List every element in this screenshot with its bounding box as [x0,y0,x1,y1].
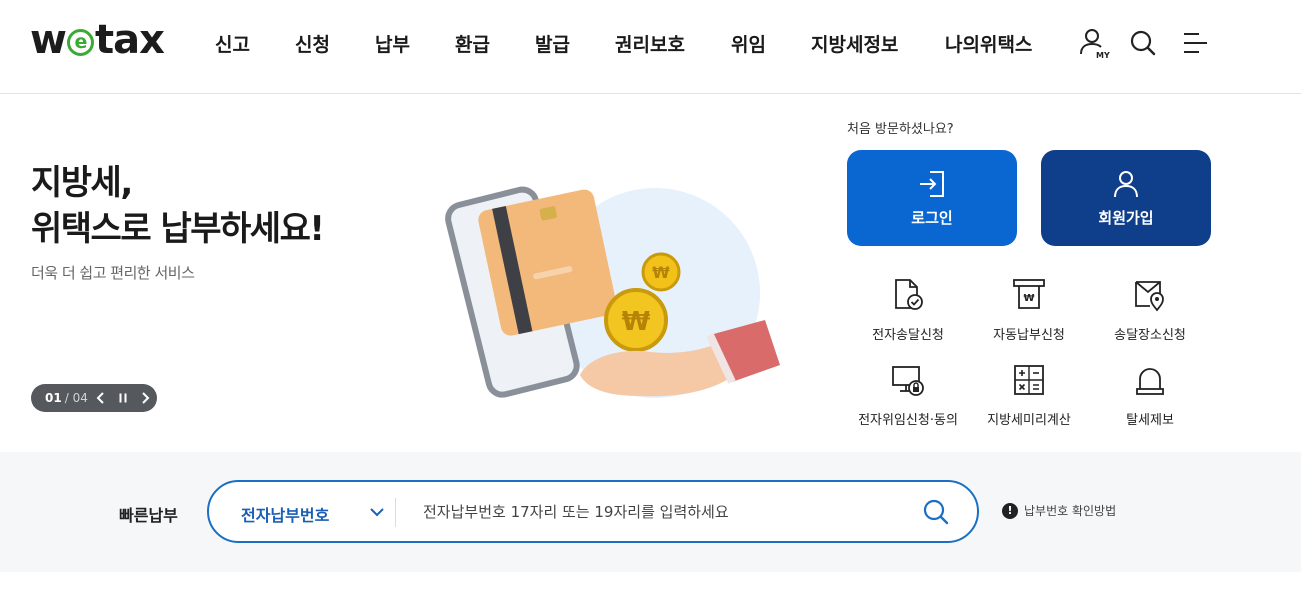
login-button[interactable]: 로그인 [847,150,1017,246]
svg-text:₩: ₩ [622,307,651,337]
my-page-button[interactable]: MY [1077,26,1111,64]
info-icon: ! [1002,502,1018,519]
hero-title-line2: 위택스로 납부하세요! [31,209,325,249]
pager-total-wrap: / 04 [65,391,88,405]
service-label: 송달장소신청 [1114,328,1186,343]
search-icon [1130,30,1156,56]
quick-pay-section: 빠른납부 전자납부번호 ! 납부번호 확인방법 [0,452,1301,572]
chevron-down-icon [370,508,384,517]
hamburger-menu-icon [1184,33,1207,53]
service-label: 자동납부신청 [993,328,1065,343]
help-label: 납부번호 확인방법 [1024,504,1117,518]
service-label: 지방세미리계산 [987,413,1071,428]
quick-pay-search-button[interactable] [922,498,950,530]
pager-current: 01 [45,391,62,405]
payment-number-input[interactable] [423,499,913,525]
calculator-icon [1014,365,1044,395]
service-e-delegation[interactable]: 전자위임신청·동의 [843,363,973,428]
select-divider [395,498,396,527]
pause-icon [119,393,127,403]
service-label: 전자위임신청·동의 [858,413,958,428]
logo-text-w: w [30,17,67,63]
service-label: 전자송달신청 [872,328,944,343]
user-icon: MY [1080,29,1110,60]
computer-lock-icon [892,366,924,396]
user-add-icon [1114,170,1138,197]
chevron-right-icon [142,392,150,404]
service-e-delivery[interactable]: 전자송달신청 [843,278,973,343]
quick-pay-search-box: 전자납부번호 [207,480,979,543]
hero-illustration: ₩ ₩ [440,160,800,440]
nav-item-payment[interactable]: 납부 [375,30,410,57]
nav-item-apply[interactable]: 신청 [295,30,330,57]
quick-pay-label: 빠른납부 [119,506,178,525]
hero-title-line1: 지방세, [31,163,133,203]
pager-total: 04 [72,391,88,405]
nav-item-local-tax-info[interactable]: 지방세정보 [811,30,898,57]
pager-separator: / [64,391,73,405]
nav-item-rights[interactable]: 권리보호 [615,30,685,57]
login-icon [920,170,944,197]
banner-pager: 01 / 04 [31,384,157,412]
my-label: MY [1096,51,1110,60]
logo-e-circle: e [66,28,94,56]
hero-text: 지방세, 위택스로 납부하세요! 더욱 더 쉽고 편리한 서비스 [31,160,361,283]
first-visit-prompt: 처음 방문하셨나요? [847,122,954,137]
search-icon [923,499,949,525]
service-auto-payment[interactable]: ₩ 자동납부신청 [964,278,1094,343]
document-check-icon [895,279,923,310]
payment-number-help-link[interactable]: ! 납부번호 확인방법 [1002,502,1116,519]
pause-slide-button[interactable] [114,388,132,408]
alarm-bell-icon [1136,368,1164,395]
join-label: 회원가입 [1098,208,1154,227]
join-button[interactable]: 회원가입 [1041,150,1211,246]
wetax-logo[interactable]: w e tax [30,17,165,63]
phone-card-coin-illustration: ₩ ₩ [445,186,780,398]
nav-item-issue[interactable]: 발급 [535,30,570,57]
nav-item-report[interactable]: 신고 [215,30,250,57]
next-slide-button[interactable] [136,388,154,408]
service-tax-evasion-report[interactable]: 탈세제보 [1085,363,1215,428]
header: w e tax 신고 신청 납부 환급 발급 권리보호 위임 지방세정보 나의위택스… [0,0,1301,94]
menu-button[interactable] [1181,30,1209,60]
logo-text-tax: tax [94,17,165,63]
payment-type-select[interactable]: 전자납부번호 [241,502,329,526]
chevron-left-icon [96,392,104,404]
svg-text:₩: ₩ [652,263,670,282]
svg-text:₩: ₩ [1023,293,1034,304]
nav-item-my-wetax[interactable]: 나의위택스 [945,30,1032,57]
hero-title: 지방세, 위택스로 납부하세요! [31,160,361,252]
hero-subtitle: 더욱 더 쉽고 편리한 서비스 [31,264,195,282]
nav-item-refund[interactable]: 환급 [455,30,490,57]
nav-item-delegation[interactable]: 위임 [731,30,766,57]
service-delivery-location[interactable]: 송달장소신청 [1085,278,1215,343]
login-label: 로그인 [911,208,953,227]
search-button[interactable] [1129,29,1157,61]
prev-slide-button[interactable] [92,388,110,408]
delivery-location-icon [1135,281,1164,312]
service-label: 탈세제보 [1126,413,1174,428]
payment-type-dropdown[interactable] [369,504,385,524]
auto-payment-icon: ₩ [1013,279,1045,309]
service-tax-calculator[interactable]: 지방세미리계산 [964,363,1094,428]
